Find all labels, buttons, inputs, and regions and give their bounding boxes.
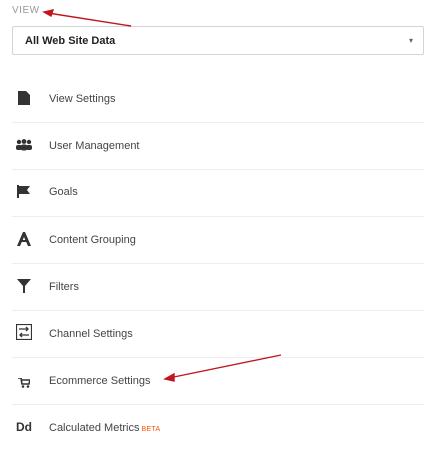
menu-item-content-grouping[interactable]: Content Grouping <box>0 217 434 264</box>
menu-item-label: Content Grouping <box>49 234 136 246</box>
menu-item-filters[interactable]: Filters <box>0 264 434 311</box>
menu-item-goals[interactable]: Goals <box>0 170 434 217</box>
beta-badge: BETA <box>141 426 161 433</box>
menu-item-user-management[interactable]: User Management <box>0 123 434 170</box>
content-grouping-icon <box>14 232 34 249</box>
caret-down-icon: ▾ <box>408 36 413 45</box>
menu-item-label: Goals <box>49 186 78 198</box>
menu-item-label: Calculated Metrics <box>49 422 140 434</box>
view-label: VIEW <box>12 5 40 16</box>
menu-item-label: View Settings <box>49 93 116 105</box>
view-selector-value: All Web Site Data <box>25 35 116 47</box>
menu-item-label: Ecommerce Settings <box>49 375 151 387</box>
flag-icon <box>14 185 34 201</box>
document-icon <box>14 91 34 108</box>
menu-item-label-wrap: Calculated Metrics BETA <box>49 422 160 434</box>
menu-item-label: Channel Settings <box>49 328 133 340</box>
calculated-metrics-icon: Dd <box>16 420 32 434</box>
filter-icon <box>14 279 34 296</box>
cart-icon <box>14 376 34 391</box>
menu-item-label: User Management <box>49 140 140 152</box>
annotation-arrow-view <box>42 9 132 27</box>
menu-item-channel-settings[interactable]: Channel Settings <box>0 311 434 358</box>
menu-item-ecommerce-settings[interactable]: Ecommerce Settings <box>0 358 434 405</box>
menu-item-label: Filters <box>49 281 79 293</box>
users-icon <box>14 139 34 154</box>
channel-settings-icon <box>14 323 34 343</box>
menu-item-view-settings[interactable]: View Settings <box>0 76 434 123</box>
view-selector[interactable]: All Web Site Data ▾ <box>12 26 424 55</box>
